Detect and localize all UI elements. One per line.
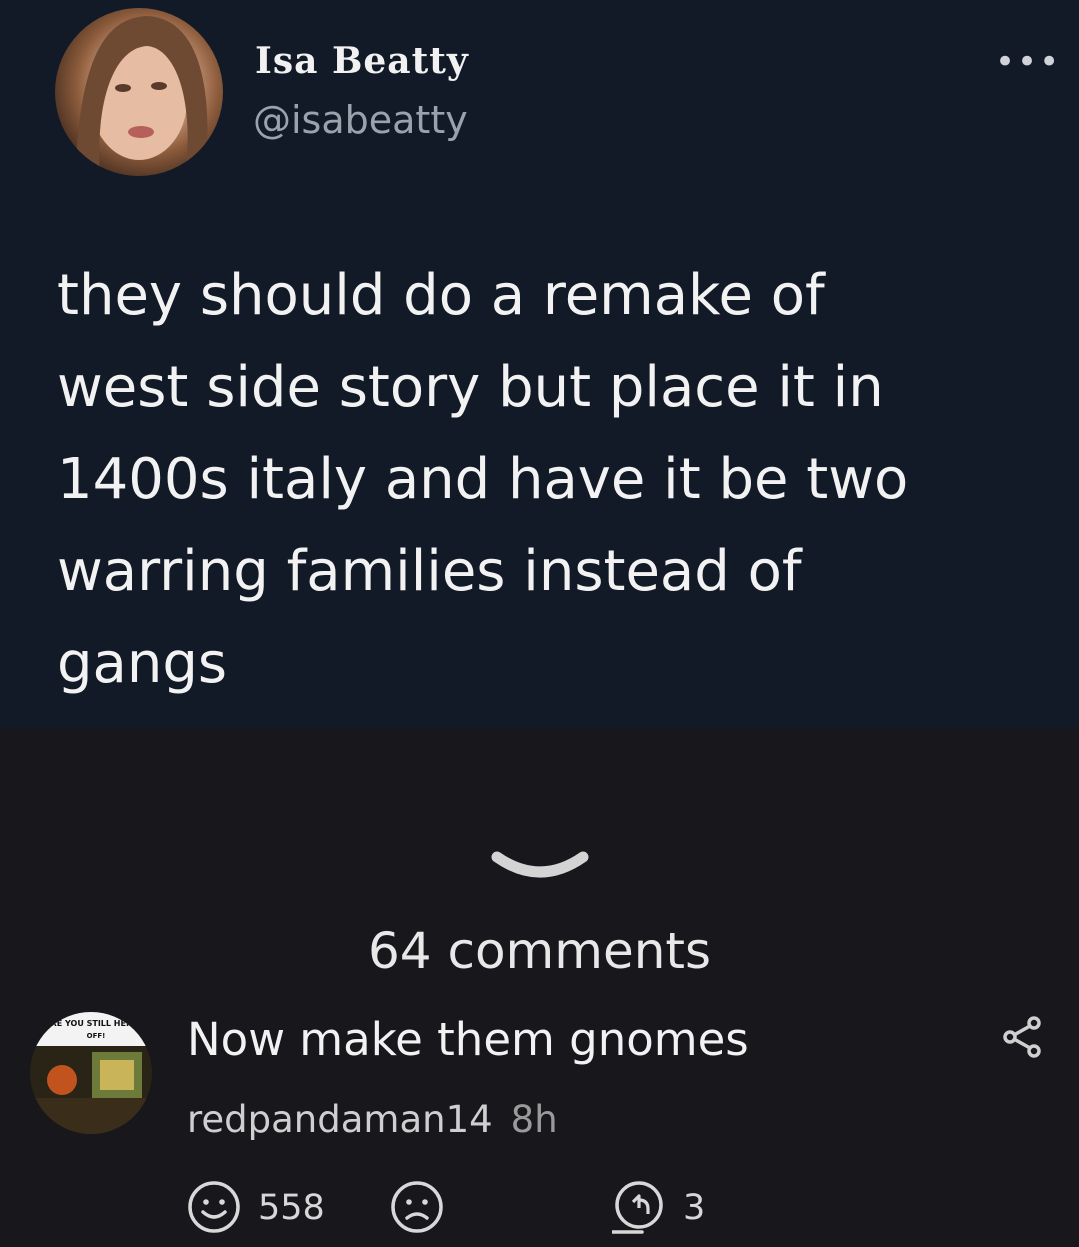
upvote-count: 558: [258, 1188, 325, 1228]
smile-upvote-icon[interactable]: [187, 1180, 241, 1234]
commenter-avatar[interactable]: ARE YOU STILL HERE OFF!: [30, 1012, 152, 1134]
comment-actions: 558 3: [0, 1180, 1079, 1240]
reply-count: 3: [683, 1188, 706, 1228]
tweet-display-name: Isa Beatty: [255, 40, 469, 82]
reply-icon[interactable]: [612, 1180, 666, 1234]
frown-downvote-icon[interactable]: [390, 1180, 444, 1234]
more-horizontal-icon[interactable]: •••: [995, 42, 1059, 82]
tweet-handle: @isabeatty: [253, 98, 468, 142]
comment-author[interactable]: redpandaman14: [187, 1098, 493, 1141]
share-icon[interactable]: [1000, 1015, 1044, 1059]
tweet-screenshot: Isa Beatty @isabeatty ••• they should do…: [0, 0, 1079, 728]
comments-count: 64 comments: [367, 922, 712, 980]
comment-text: Now make them gnomes: [187, 1013, 749, 1066]
comment-meta: redpandaman14 8h: [187, 1098, 558, 1141]
tweet-text: they should do a remake of west side sto…: [57, 263, 909, 696]
avatar-caption-line2: OFF!: [87, 1032, 106, 1040]
avatar-caption-line1: ARE YOU STILL HERE: [44, 1019, 137, 1028]
collapse-chevron-icon[interactable]: [485, 835, 595, 895]
comment-time: 8h: [510, 1098, 558, 1141]
tweet-author-avatar: [55, 8, 223, 176]
